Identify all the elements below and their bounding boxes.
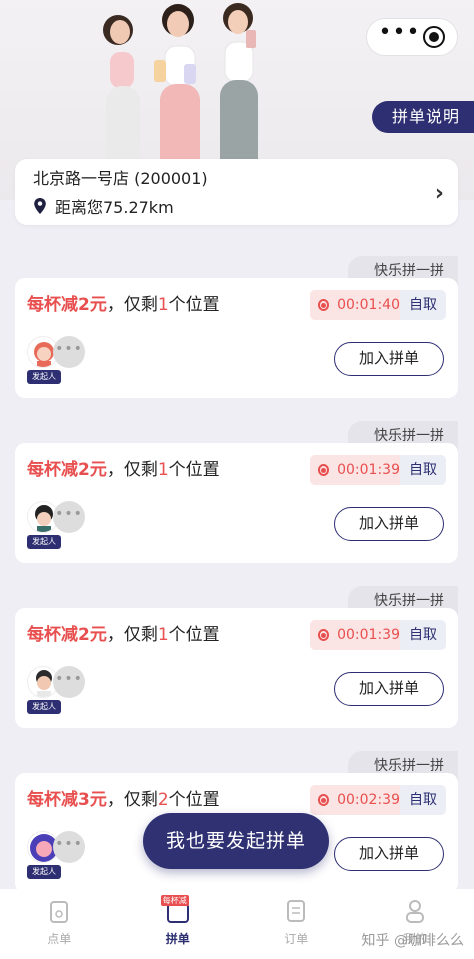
group-explain-button[interactable]: 拼单说明 [371,101,474,133]
host-badge: 发起人 [27,370,61,384]
discount-text: 每杯减3元 [27,790,107,810]
title-mid: ，仅剩 [106,625,158,645]
empty-slot-avatar: ••• [53,831,85,863]
tab-label: 点单 [47,932,72,946]
pickup-badge: 自取 [400,620,446,650]
slots-left: 1 [157,625,169,645]
group-order: 快乐拼一拼 每杯减2元，仅剩1个位置 00:01:39 自取 ••• 发起人 加… [15,421,458,566]
discount-text: 每杯减2元 [27,460,107,480]
countdown-timer: 00:01:39 [310,620,400,650]
tab-label: 订单 [284,932,309,946]
participant-avatars: ••• 发起人 [27,501,107,551]
start-group-button[interactable]: 我也要发起拼单 [143,813,329,869]
discount-text: 每杯减2元 [27,625,107,645]
slots-left: 1 [157,460,169,480]
pickup-badge: 自取 [400,455,446,485]
title-suffix: 个位置 [168,790,220,810]
empty-slot-avatar: ••• [53,666,85,698]
title-mid: ，仅剩 [106,460,158,480]
title-mid: ，仅剩 [106,295,158,315]
host-badge: 发起人 [27,865,61,879]
countdown-value: 00:01:39 [337,627,400,643]
slots-left: 2 [157,790,169,810]
join-group-button[interactable]: 加入拼单 [334,507,444,541]
app-root: ••• 拼单说明 北京路一号店 (200001) 距离您75.27km › 快乐… [0,0,474,959]
more-icon[interactable]: ••• [379,22,421,44]
close-target-icon[interactable] [423,26,446,48]
participant-avatars: ••• 发起人 [27,336,107,386]
join-group-button[interactable]: 加入拼单 [334,837,444,871]
title-suffix: 个位置 [168,295,220,315]
group-order: 快乐拼一拼 每杯减2元，仅剩1个位置 00:01:40 自取 ••• 发起人 加… [15,256,458,401]
participant-avatars: ••• 发起人 [27,831,107,881]
countdown-timer: 00:01:40 [310,290,400,320]
title-mid: ，仅剩 [106,790,158,810]
cup-icon [46,897,72,925]
store-distance-row: 距离您75.27km [33,194,442,218]
countdown-value: 00:02:39 [337,792,400,808]
host-badge: 发起人 [27,700,61,714]
group-order: 快乐拼一拼 每杯减2元，仅剩1个位置 00:01:39 自取 ••• 发起人 加… [15,586,458,731]
discount-text: 每杯减2元 [27,295,107,315]
record-icon [318,464,330,476]
watermark: 知乎 @咖啡么么 [361,933,464,949]
chevron-right-icon[interactable]: › [435,181,444,206]
store-name: 北京路一号店 (200001) [33,169,208,188]
pickup-badge: 自取 [400,290,446,320]
countdown-value: 00:01:40 [337,297,400,313]
countdown-timer: 00:01:39 [310,455,400,485]
join-group-button[interactable]: 加入拼单 [334,342,444,376]
group-icon: 每杯减 [160,895,191,925]
countdown-timer: 00:02:39 [310,785,400,815]
countdown-value: 00:01:39 [337,462,400,478]
pickup-badge: 自取 [400,785,446,815]
join-group-button[interactable]: 加入拼单 [334,672,444,706]
tab-label: 拼单 [165,932,190,946]
tab-badge: 每杯减 [160,895,189,906]
store-distance: 距离您75.27km [55,198,174,217]
tab-group[interactable]: 每杯减 拼单 [119,889,238,959]
group-card: 每杯减2元，仅剩1个位置 00:01:40 自取 ••• 发起人 加入拼单 [15,278,458,398]
record-icon [318,629,330,641]
store-selector[interactable]: 北京路一号店 (200001) 距离您75.27km › [15,159,458,225]
group-card: 每杯减2元，仅剩1个位置 00:01:39 自取 ••• 发起人 加入拼单 [15,608,458,728]
slots-left: 1 [157,295,169,315]
location-pin-icon [34,198,46,214]
record-icon [318,794,330,806]
participant-avatars: ••• 发起人 [27,666,107,716]
tab-order[interactable]: 点单 [0,889,119,959]
user-icon [402,897,428,925]
receipt-icon [283,897,309,925]
empty-slot-avatar: ••• [53,501,85,533]
tab-orders[interactable]: 订单 [237,889,356,959]
group-card: 每杯减2元，仅剩1个位置 00:01:39 自取 ••• 发起人 加入拼单 [15,443,458,563]
mini-program-capsule[interactable]: ••• [366,18,458,56]
title-suffix: 个位置 [168,625,220,645]
title-suffix: 个位置 [168,460,220,480]
empty-slot-avatar: ••• [53,336,85,368]
record-icon [318,299,330,311]
host-badge: 发起人 [27,535,61,549]
